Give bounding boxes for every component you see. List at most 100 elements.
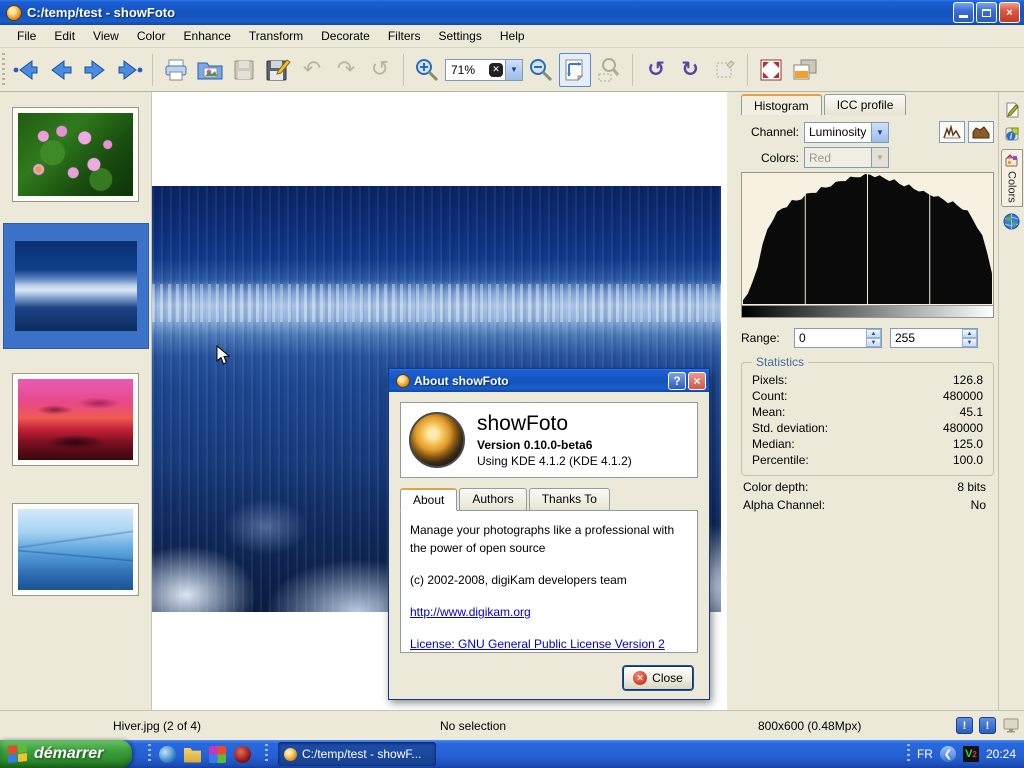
statistics-group: Statistics Pixels:126.8 Count:480000 Mea… [741, 362, 994, 476]
minimize-button[interactable] [953, 2, 974, 23]
undo-button[interactable]: ↶ [296, 53, 328, 87]
range-max-spinner[interactable]: ▲▼ [962, 329, 977, 347]
open-file-button[interactable] [194, 53, 226, 87]
quick-launch-icon-1[interactable] [159, 746, 176, 763]
dialog-close-x-button[interactable]: × [688, 372, 706, 390]
winter-thumb-image [15, 241, 137, 331]
panel-splitter[interactable] [727, 92, 737, 710]
properties-side-tab[interactable] [1003, 101, 1021, 119]
geolocation-side-tab[interactable] [1003, 213, 1021, 231]
spin-down-icon: ▼ [866, 338, 881, 347]
menu-help[interactable]: Help [491, 26, 534, 46]
menu-file[interactable]: File [8, 26, 45, 46]
thumbnail-waterlilies[interactable] [12, 107, 139, 202]
crop-icon [711, 57, 737, 83]
previous-image-button[interactable] [45, 53, 77, 87]
fullscreen-button[interactable] [755, 53, 787, 87]
print-icon [163, 58, 189, 82]
menu-settings[interactable]: Settings [430, 26, 491, 46]
redo-icon: ↷ [337, 59, 355, 81]
right-side-tabbar: i Colors [998, 92, 1024, 710]
next-image-button[interactable] [79, 53, 111, 87]
range-min-spinner[interactable]: ▲▼ [866, 329, 881, 347]
digikam-website-link[interactable]: http://www.digikam.org [410, 603, 531, 621]
toolbar-grip[interactable] [2, 53, 5, 87]
save-button[interactable] [228, 53, 260, 87]
zoom-level-combo[interactable]: 71% ✕ ▼ [445, 59, 523, 81]
histogram-linear-button[interactable] [939, 121, 965, 143]
clock[interactable]: 20:24 [986, 747, 1016, 761]
close-button[interactable]: × [999, 2, 1020, 23]
color-depth-value: 8 bits [957, 480, 986, 494]
first-image-button[interactable] [11, 53, 43, 87]
license-link[interactable]: License: GNU General Public License Vers… [410, 635, 665, 653]
redo-button[interactable]: ↷ [330, 53, 362, 87]
last-image-button[interactable] [113, 53, 145, 87]
tray-chevron-icon[interactable]: ❮ [940, 746, 956, 762]
window-title: C:/temp/test - showFoto [27, 5, 951, 20]
range-max-input[interactable]: 255 ▲▼ [890, 328, 978, 348]
stat-row-stddev: Std. deviation:480000 [752, 421, 983, 435]
thumbnail-hills[interactable] [12, 503, 139, 596]
app-icon [6, 5, 22, 21]
menu-transform[interactable]: Transform [240, 26, 312, 46]
next-image-icon [81, 58, 109, 82]
colors-side-tab-active[interactable]: Colors [1001, 149, 1023, 207]
dialog-tab-authors[interactable]: Authors [459, 488, 526, 511]
channel-dropdown-arrow-icon[interactable]: ▼ [871, 123, 888, 142]
quick-launch-icon-3[interactable] [209, 746, 226, 763]
zoom-out-button[interactable] [525, 53, 557, 87]
first-image-icon [13, 58, 41, 82]
start-button[interactable]: démarrer [0, 740, 132, 768]
restore-button[interactable] [976, 2, 997, 23]
metadata-side-tab[interactable]: i [1003, 125, 1021, 143]
dialog-app-icon [396, 374, 410, 388]
crop-button[interactable] [708, 53, 740, 87]
slideshow-button[interactable] [789, 53, 821, 87]
dialog-tabs: About Authors Thanks To [400, 488, 698, 511]
menu-edit[interactable]: Edit [45, 26, 84, 46]
quick-launch-icon-4[interactable] [234, 746, 251, 763]
channel-select[interactable]: Luminosity ▼ [804, 122, 889, 143]
color-depth-label: Color depth: [743, 480, 808, 494]
color-depth-row: Color depth: 8 bits [743, 480, 986, 494]
fit-to-selection-button[interactable] [593, 53, 625, 87]
dialog-help-button[interactable]: ? [668, 372, 686, 390]
windows-logo-icon [8, 744, 28, 764]
rotate-right-button[interactable]: ↻ [674, 53, 706, 87]
quick-launch-folder-icon[interactable] [184, 746, 201, 763]
print-button[interactable] [160, 53, 192, 87]
menu-view[interactable]: View [84, 26, 128, 46]
overexposure-indicator-icon[interactable]: ! [979, 717, 996, 734]
histogram-full-button[interactable] [968, 121, 994, 143]
dialog-tab-about[interactable]: About [400, 488, 457, 511]
color-managed-view-icon[interactable] [1002, 717, 1020, 734]
quick-launch-grip[interactable] [148, 744, 151, 764]
vnc-tray-icon[interactable]: V2 [963, 746, 979, 762]
zoom-dropdown-arrow-icon[interactable]: ▼ [505, 60, 522, 80]
thumbnail-sunset[interactable] [12, 373, 139, 466]
range-min-input[interactable]: 0 ▲▼ [794, 328, 882, 348]
rotate-right-icon: ↻ [681, 59, 699, 80]
menu-color[interactable]: Color [128, 26, 175, 46]
zoom-in-button[interactable] [411, 53, 443, 87]
clear-zoom-icon[interactable]: ✕ [489, 63, 503, 77]
thumbnail-winter-selected[interactable] [3, 223, 149, 349]
stat-row-pixels: Pixels:126.8 [752, 373, 983, 387]
menu-decorate[interactable]: Decorate [312, 26, 379, 46]
language-indicator[interactable]: FR [917, 747, 933, 761]
menu-filters[interactable]: Filters [379, 26, 430, 46]
fit-to-window-button[interactable] [559, 53, 591, 87]
dialog-tab-thanks[interactable]: Thanks To [529, 488, 610, 511]
menu-enhance[interactable]: Enhance [175, 26, 240, 46]
tab-icc-profile[interactable]: ICC profile [824, 94, 907, 115]
taskbar-window-label: C:/temp/test - showF... [302, 747, 421, 761]
taskbar-window-button[interactable]: C:/temp/test - showF... [278, 742, 436, 766]
revert-button[interactable]: ↺ [364, 53, 396, 87]
underexposure-indicator-icon[interactable]: ! [956, 717, 973, 734]
dialog-close-button[interactable]: ✕ Close [623, 666, 693, 690]
tab-histogram[interactable]: Histogram [741, 94, 822, 115]
save-as-button[interactable] [262, 53, 294, 87]
rotate-left-button[interactable]: ↺ [640, 53, 672, 87]
histogram-chart[interactable] [741, 172, 994, 306]
